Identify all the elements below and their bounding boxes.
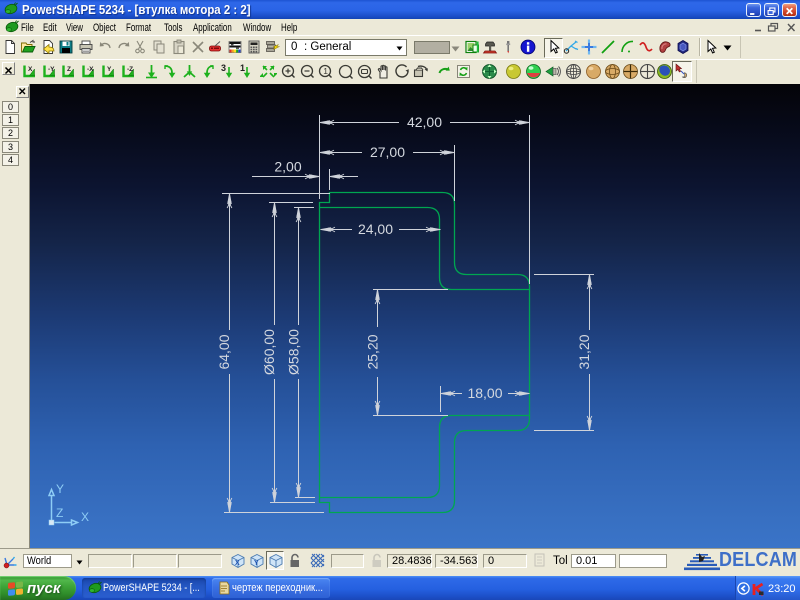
svg-text:-Y: -Y (48, 66, 55, 73)
svg-text:2,00: 2,00 (274, 159, 301, 175)
svg-text:X: X (81, 510, 89, 524)
svg-text:X: X (235, 560, 240, 567)
svg-text:31,20: 31,20 (576, 334, 592, 369)
svg-text:Y: Y (56, 482, 64, 496)
svg-text:18,00: 18,00 (467, 385, 502, 401)
svg-text:27,00: 27,00 (370, 144, 405, 160)
svg-text:X: X (28, 66, 33, 73)
svg-text:-Z: -Z (127, 66, 133, 73)
svg-text:-X: -X (87, 66, 94, 73)
svg-text:42,00: 42,00 (407, 114, 442, 130)
svg-text:Z: Z (56, 506, 63, 520)
svg-text:Y: Y (107, 66, 112, 73)
svg-text:64,00: 64,00 (216, 334, 232, 369)
svg-text:Ø58,00: Ø58,00 (286, 329, 302, 375)
svg-text:1: 1 (240, 63, 245, 73)
svg-text:3: 3 (221, 63, 226, 73)
svg-text:24,00: 24,00 (358, 221, 393, 237)
svg-text:Z: Z (67, 66, 71, 73)
svg-text:1: 1 (323, 66, 328, 76)
svg-text:Y: Y (254, 560, 259, 567)
svg-text:Ø60,00: Ø60,00 (261, 329, 277, 375)
svg-text:25,20: 25,20 (365, 334, 381, 369)
